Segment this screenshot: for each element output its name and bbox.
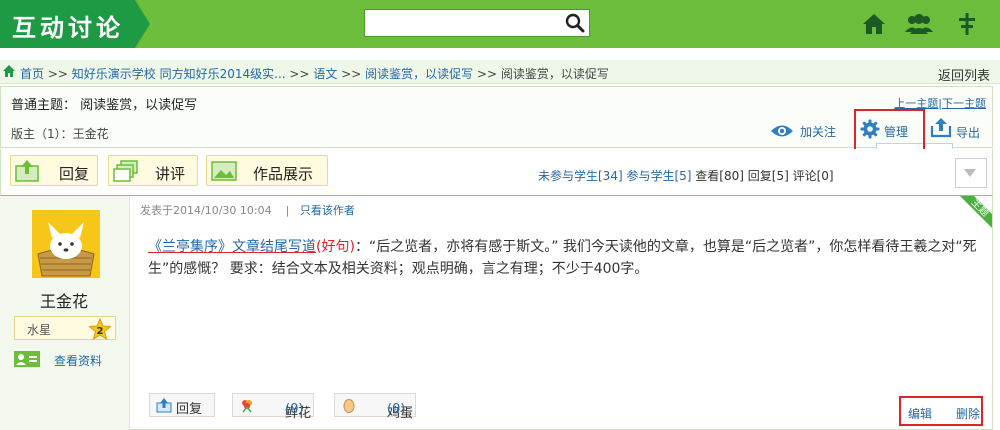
rank-label: 水星 <box>27 323 52 337</box>
review-label: 讲评 <box>155 165 186 183</box>
breadcrumb-separator: >> <box>476 67 498 81</box>
top-bar: 互动讨论 <box>0 0 1000 48</box>
home-icon[interactable] <box>861 11 887 37</box>
users-icon[interactable] <box>903 11 935 37</box>
next-topic-link[interactable]: 下一主题 <box>942 97 986 110</box>
breadcrumb-separator: >> <box>289 67 310 81</box>
author-name[interactable]: 王金花 <box>0 288 128 312</box>
highlight-box-edit <box>899 396 983 426</box>
export-label: 导出 <box>956 126 981 140</box>
breadcrumb-separator: >> <box>47 67 68 81</box>
review-icon <box>113 160 138 182</box>
topic-title: 普通主题： 阅读鉴赏，以读促写 <box>11 98 198 113</box>
reply-icon <box>156 398 172 413</box>
image-icon <box>211 161 237 181</box>
follow-label: 加关注 <box>800 125 837 139</box>
sort-select[interactable] <box>955 158 987 188</box>
export-icon <box>930 118 952 138</box>
reply-icon <box>15 160 39 182</box>
not-joined-students-link[interactable]: 未参与学生[34] <box>538 169 623 183</box>
post-time: 发表于2014/10/30 10:04 <box>140 204 272 217</box>
topic-stats: 未参与学生[34] 参与学生[5] 查看[80] 回复[5] 评论[0] <box>538 167 834 184</box>
home-icon[interactable] <box>2 64 16 78</box>
search-icon[interactable] <box>565 13 585 33</box>
moderator-info: 版主（1）：王金花 <box>11 127 109 141</box>
follow-button[interactable]: 加关注 <box>770 121 860 141</box>
search-input[interactable] <box>367 12 561 34</box>
app-logo[interactable]: 互动讨论 <box>0 0 150 48</box>
breadcrumb-home[interactable]: 首页 <box>20 67 44 81</box>
reply-button[interactable]: 回复 <box>10 155 98 186</box>
joined-students-link[interactable]: 参与学生[5] <box>626 169 691 183</box>
breadcrumb-separator: >> <box>341 67 362 81</box>
breadcrumb-board[interactable]: 阅读鉴赏，以读促写 <box>365 67 473 81</box>
egg-count: (0) <box>387 402 406 417</box>
rank-level: 2 <box>97 326 104 337</box>
eye-icon <box>771 125 793 137</box>
breadcrumb-school[interactable]: 知好乐演示学校 同方知好乐2014级实... <box>72 67 286 81</box>
rank-badge: 水星 2 <box>14 316 116 340</box>
flower-icon <box>242 400 252 413</box>
good-sentence-tag: (好句) <box>316 239 355 255</box>
avatar[interactable] <box>32 210 100 278</box>
star-icon: 2 <box>89 318 111 340</box>
post-reply-button[interactable]: 回复 <box>149 393 215 417</box>
breadcrumb-subject[interactable]: 语文 <box>313 67 337 81</box>
export-button[interactable]: 导出 <box>930 116 990 142</box>
post-reply-label: 回复 <box>176 402 203 417</box>
flower-button[interactable]: 鲜花 (0) <box>232 393 314 421</box>
topic-ribbon: 主题 <box>960 196 992 228</box>
comments-count: 评论[0] <box>792 169 834 183</box>
showcase-button[interactable]: 作品展示 <box>206 155 328 186</box>
quoted-book-link[interactable]: 《兰亭集序》文章结尾写道 <box>148 239 316 255</box>
app-title: 互动讨论 <box>12 14 124 42</box>
post-content: 《兰亭集序》文章结尾写道(好句)：“后之览者，亦将有感于斯文。” 我们今天读他的… <box>148 236 978 280</box>
reply-label: 回复 <box>59 165 90 183</box>
view-profile-label: 查看资料 <box>54 354 103 368</box>
pin-icon[interactable] <box>954 11 980 37</box>
only-author-link[interactable]: 只看该作者 <box>300 204 355 217</box>
breadcrumb-path: 首页 >> 知好乐演示学校 同方知好乐2014级实... >> 语文 >> 阅读… <box>20 65 609 82</box>
views-count: 查看[80] <box>695 169 744 183</box>
flower-count: (0) <box>285 402 304 417</box>
profile-card-icon <box>14 351 40 367</box>
breadcrumb-current: 阅读鉴赏，以读促写 <box>500 67 609 81</box>
meta-divider: | <box>285 204 290 217</box>
chevron-down-icon <box>964 169 976 177</box>
search-box <box>364 9 590 37</box>
breadcrumb: 首页 >> 知好乐演示学校 同方知好乐2014级实... >> 语文 >> 阅读… <box>0 60 1000 84</box>
view-profile-link[interactable]: 查看资料 <box>14 350 124 368</box>
egg-button[interactable]: 鸡蛋 (0) <box>334 393 416 421</box>
review-button[interactable]: 讲评 <box>108 155 198 186</box>
back-to-list-link[interactable]: 返回列表 <box>938 65 990 84</box>
post-meta: 发表于2014/10/30 10:04 | 只看该作者 <box>140 202 355 218</box>
showcase-label: 作品展示 <box>253 165 314 183</box>
replies-count: 回复[5] <box>747 169 789 183</box>
egg-icon <box>343 399 355 413</box>
